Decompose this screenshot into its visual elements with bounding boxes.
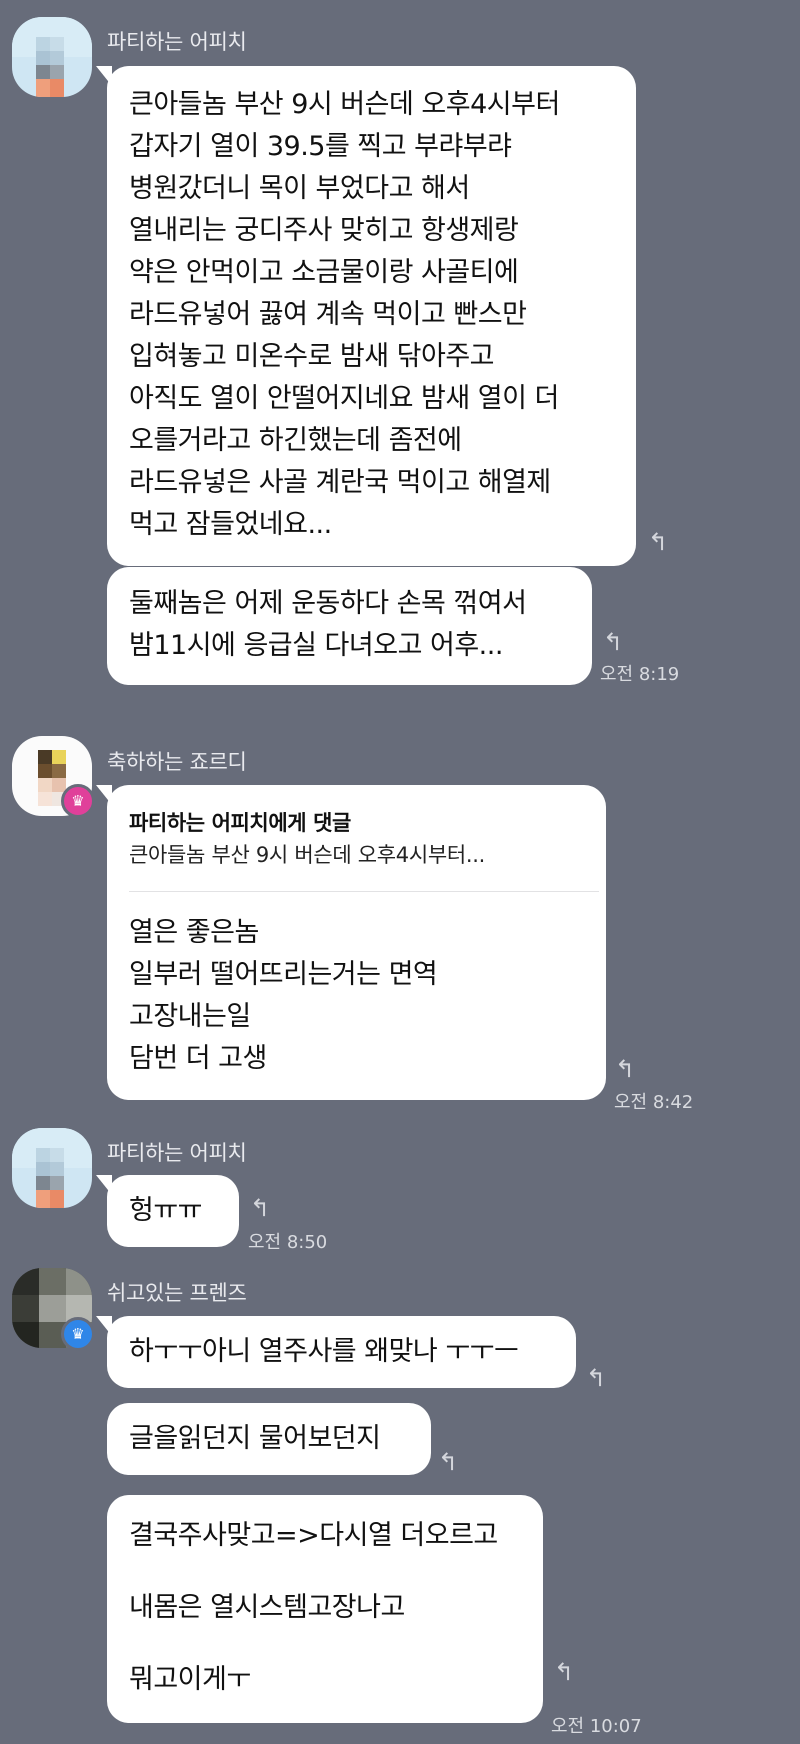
sender-name: 축하하는 죠르디 (107, 750, 247, 774)
message-line: 큰아들놈 부산 9시 버슨데 오후4시부터 (129, 89, 560, 120)
message-line: 입혀놓고 미온수로 밤새 닦아주고 (129, 341, 495, 372)
bubble-tail (96, 1175, 112, 1195)
sender-name: 파티하는 어피치 (107, 1141, 247, 1165)
bubble-tail (96, 66, 112, 86)
message-bubble[interactable]: 하ㅜㅜ아니 열주사를 왜맞나 ㅜㅜㅡ (96, 1316, 576, 1388)
message-time: 오전 8:50 (248, 1232, 328, 1253)
message-line: 갑자기 열이 39.5를 찍고 부랴부랴 (129, 131, 512, 162)
message-line: 하ㅜㅜ아니 열주사를 왜맞나 ㅜㅜㅡ (129, 1336, 519, 1367)
message-line: 헝ㅠㅠ (129, 1195, 203, 1226)
message-line: 라드유넣은 사골 계란국 먹이고 해열제 (129, 467, 551, 498)
message-bubble[interactable]: 헝ㅠㅠ (96, 1175, 239, 1247)
avatar-image (12, 17, 92, 97)
message-line: 뭐고이게ㅜ (129, 1664, 251, 1695)
message-line: 오를거라고 하긴했는데 좀전에 (129, 425, 462, 456)
bubble-tail (96, 1316, 112, 1336)
reply-icon[interactable]: ↰ (648, 530, 668, 554)
sender-name: 쉬고있는 프렌즈 (107, 1281, 247, 1305)
message-time: 오전 10:07 (551, 1716, 642, 1737)
avatar-image (12, 1128, 92, 1208)
message-line: 열내리는 궁디주사 맞히고 항생제랑 (129, 215, 519, 246)
message-bubble[interactable]: 결국주사맞고=>다시열 더오르고 내몸은 열시스템고장나고 뭐고이게ㅜ (107, 1495, 543, 1723)
message-line: 라드유넣어 끓여 계속 먹이고 빤스만 (129, 299, 527, 330)
reply-message-bubble[interactable]: 파티하는 어피치에게 댓글 큰아들놈 부산 9시 버슨데 오후4시부터... 열… (96, 785, 606, 1100)
quoted-reply-header: 파티하는 어피치에게 댓글 (129, 811, 351, 835)
quoted-message-preview[interactable]: 큰아들놈 부산 9시 버슨데 오후4시부터... (129, 839, 586, 871)
bubble-tail (96, 785, 112, 805)
message-line: 병원갔더니 목이 부었다고 해서 (129, 173, 470, 204)
crown-icon: ♛ (61, 1317, 95, 1351)
crown-icon: ♛ (61, 784, 95, 818)
message-line: 결국주사맞고=>다시열 더오르고 (129, 1520, 498, 1551)
message-line: 아직도 열이 안떨어지네요 밤새 열이 더 (129, 383, 559, 414)
message-line (129, 1629, 523, 1659)
reply-icon[interactable]: ↰ (554, 1660, 574, 1684)
message-line: 내몸은 열시스템고장나고 (129, 1592, 405, 1623)
message-line: 먹고 잠들었네요... (129, 509, 332, 540)
reply-icon[interactable]: ↰ (438, 1450, 458, 1474)
message-time: 오전 8:19 (600, 664, 680, 685)
message-line: 약은 안먹이고 소금물이랑 사골티에 (129, 257, 519, 288)
avatar[interactable] (12, 1128, 92, 1208)
reply-icon[interactable]: ↰ (586, 1366, 606, 1390)
reply-icon[interactable]: ↰ (250, 1196, 270, 1220)
message-line: 일부러 떨어뜨리는거는 면역 (129, 959, 438, 990)
message-bubble[interactable]: 글을읽던지 물어보던지 (107, 1403, 431, 1475)
message-line: 둘째놈은 어제 운동하다 손목 꺾여서 (129, 588, 527, 619)
reply-icon[interactable]: ↰ (615, 1057, 635, 1081)
reply-icon[interactable]: ↰ (603, 630, 623, 654)
message-line: 글을읽던지 물어보던지 (129, 1423, 381, 1454)
message-line: 담번 더 고생 (129, 1043, 267, 1074)
sender-name: 파티하는 어피치 (107, 30, 247, 54)
divider (129, 891, 599, 892)
message-line (129, 1557, 523, 1587)
message-bubble[interactable]: 큰아들놈 부산 9시 버슨데 오후4시부터 갑자기 열이 39.5를 찍고 부랴… (96, 66, 636, 566)
message-line: 열은 좋은놈 (129, 917, 259, 948)
avatar[interactable] (12, 17, 92, 97)
message-line: 밤11시에 응급실 다녀오고 어후... (129, 630, 503, 661)
message-bubble[interactable]: 둘째놈은 어제 운동하다 손목 꺾여서 밤11시에 응급실 다녀오고 어후... (107, 567, 592, 685)
message-line: 고장내는일 (129, 1001, 251, 1032)
message-time: 오전 8:42 (614, 1092, 694, 1113)
